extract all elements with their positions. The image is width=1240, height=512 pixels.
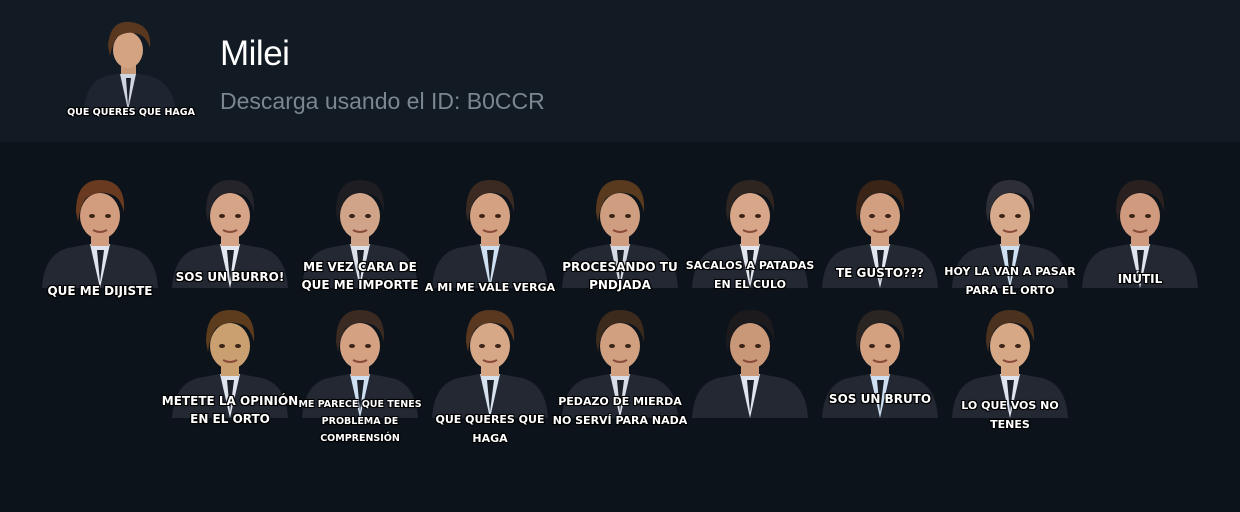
sticker-caption: A MI ME VALE VERGA <box>424 281 556 294</box>
sticker-caption: SACALOS A PATADAS EN EL CULO <box>685 259 815 291</box>
sticker-item[interactable]: SACALOS A PATADAS EN EL CULO <box>686 178 814 302</box>
sticker-caption: QUE QUERES QUE HAGA <box>435 413 545 445</box>
sticker-item[interactable]: SOS UN BRUTO <box>818 308 942 432</box>
sticker-item[interactable]: ME VEZ CARA DE QUE ME IMPORTE <box>298 178 422 302</box>
sticker-item[interactable]: HOY LA VAN A PASAR PARA EL ORTO <box>944 178 1076 302</box>
sticker-item[interactable]: SOS UN BURRO! <box>168 178 292 302</box>
sticker-portrait <box>822 180 938 288</box>
sticker-item[interactable]: PEDAZO DE MIERDA NO SERVÍ PARA NADA <box>553 308 687 432</box>
sticker-caption: HOY LA VAN A PASAR PARA EL ORTO <box>944 265 1076 297</box>
sticker-caption: SOS UN BRUTO <box>828 392 932 406</box>
sticker-grid: QUE ME DIJISTE SOS UN BURRO! ME VEZ CARA D… <box>0 0 1240 512</box>
sticker-item[interactable]: LO QUE VOS NO TENES <box>948 308 1072 432</box>
sticker-caption: QUE ME DIJISTE <box>47 284 153 298</box>
sticker-caption: PROCESANDO TU PNDJADA <box>562 260 678 292</box>
sticker-item[interactable]: METETE LA OPINIÓN EN EL ORTO <box>162 308 298 432</box>
sticker-item[interactable]: INÚTIL <box>1078 178 1202 302</box>
sticker-item[interactable]: A MI ME VALE VERGA <box>425 178 555 302</box>
sticker-item[interactable]: QUE ME DIJISTE <box>38 178 162 302</box>
sticker-item[interactable] <box>688 308 812 432</box>
sticker-caption: ME PARECE QUE TENES PROBLEMA DE COMPRENS… <box>298 399 422 444</box>
sticker-caption: SOS UN BURRO! <box>175 270 285 284</box>
sticker-caption: PEDAZO DE MIERDA NO SERVÍ PARA NADA <box>552 395 688 427</box>
sticker-caption: METETE LA OPINIÓN EN EL ORTO <box>161 394 299 426</box>
sticker-caption: ME VEZ CARA DE QUE ME IMPORTE <box>301 260 419 292</box>
sticker-portrait <box>822 310 938 418</box>
sticker-item[interactable]: PROCESANDO TU PNDJADA <box>558 178 682 302</box>
sticker-caption: INÚTIL <box>1117 272 1163 286</box>
sticker-caption: TE GUSTO??? <box>835 266 925 280</box>
sticker-portrait <box>692 310 808 418</box>
sticker-item[interactable]: ME PARECE QUE TENES PROBLEMA DE COMPRENS… <box>298 308 422 444</box>
sticker-caption: LO QUE VOS NO TENES <box>961 399 1059 431</box>
sticker-item[interactable]: QUE QUERES QUE HAGA <box>428 308 552 445</box>
sticker-item[interactable]: TE GUSTO??? <box>818 178 942 302</box>
